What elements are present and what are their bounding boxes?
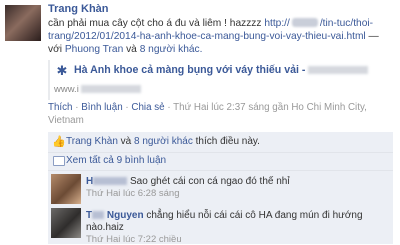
author-avatar[interactable]	[5, 5, 41, 41]
view-all-comments-link[interactable]: Xem tất cả 9 bình luận	[66, 155, 166, 166]
share-link-icon: ✱	[56, 63, 68, 78]
comment-timestamp[interactable]: Thứ Hai lúc 7:22 chiều	[86, 234, 386, 245]
likers-others-link[interactable]: 8 người khác	[134, 136, 193, 147]
shared-link-title[interactable]: Hà Anh khoe cả màng bụng với váy thiếu v…	[74, 64, 369, 76]
shared-link-host: www.i	[54, 84, 142, 95]
tagged-person-link[interactable]: Phuong Tran	[65, 44, 123, 55]
post-text: cần phải mua cây cột cho á đu và liêm ! …	[48, 17, 388, 56]
comment-text: Sao ghét cái con cá ngao đó thế nhỉ	[130, 176, 290, 187]
tagged-others-link[interactable]: 8 người khác.	[140, 44, 203, 55]
post-text-line1: cần phải mua cây cột cho á đu và liêm ! …	[48, 18, 262, 29]
comment-timestamp[interactable]: Thứ Hai lúc 6:28 sáng	[86, 188, 386, 199]
post-actions: Thích · Bình luận · Chia sẻ · Thứ Hai lú…	[48, 102, 367, 126]
commenter-avatar[interactable]	[51, 208, 81, 238]
commenter-name[interactable]: T Nguyen	[86, 210, 144, 221]
url-redacted	[291, 18, 318, 27]
commenter-name[interactable]: H	[86, 176, 128, 187]
likes-summary: Trang Khàn và 8 người khác thích điều nà…	[66, 136, 260, 147]
author-name[interactable]: Trang Khàn	[48, 3, 109, 15]
comment: T Nguyen chẳng hiểu nỗi cái cái cô HA đa…	[86, 210, 386, 245]
title-redacted	[308, 66, 369, 74]
host-redacted	[81, 85, 142, 93]
comment: H Sao ghét cái con cá ngao đó thế nhỉ Th…	[86, 176, 386, 199]
comment-bubble-icon	[53, 156, 65, 166]
like-link[interactable]: Thích	[48, 102, 73, 113]
and-text: và	[126, 44, 137, 55]
commenter-avatar[interactable]	[51, 174, 81, 204]
thumbs-up-icon: 👍	[52, 136, 66, 148]
liker-link[interactable]: Trang Khàn	[66, 136, 118, 147]
comment-link[interactable]: Bình luận	[81, 102, 122, 113]
share-link[interactable]: Chia sẻ	[131, 102, 164, 113]
